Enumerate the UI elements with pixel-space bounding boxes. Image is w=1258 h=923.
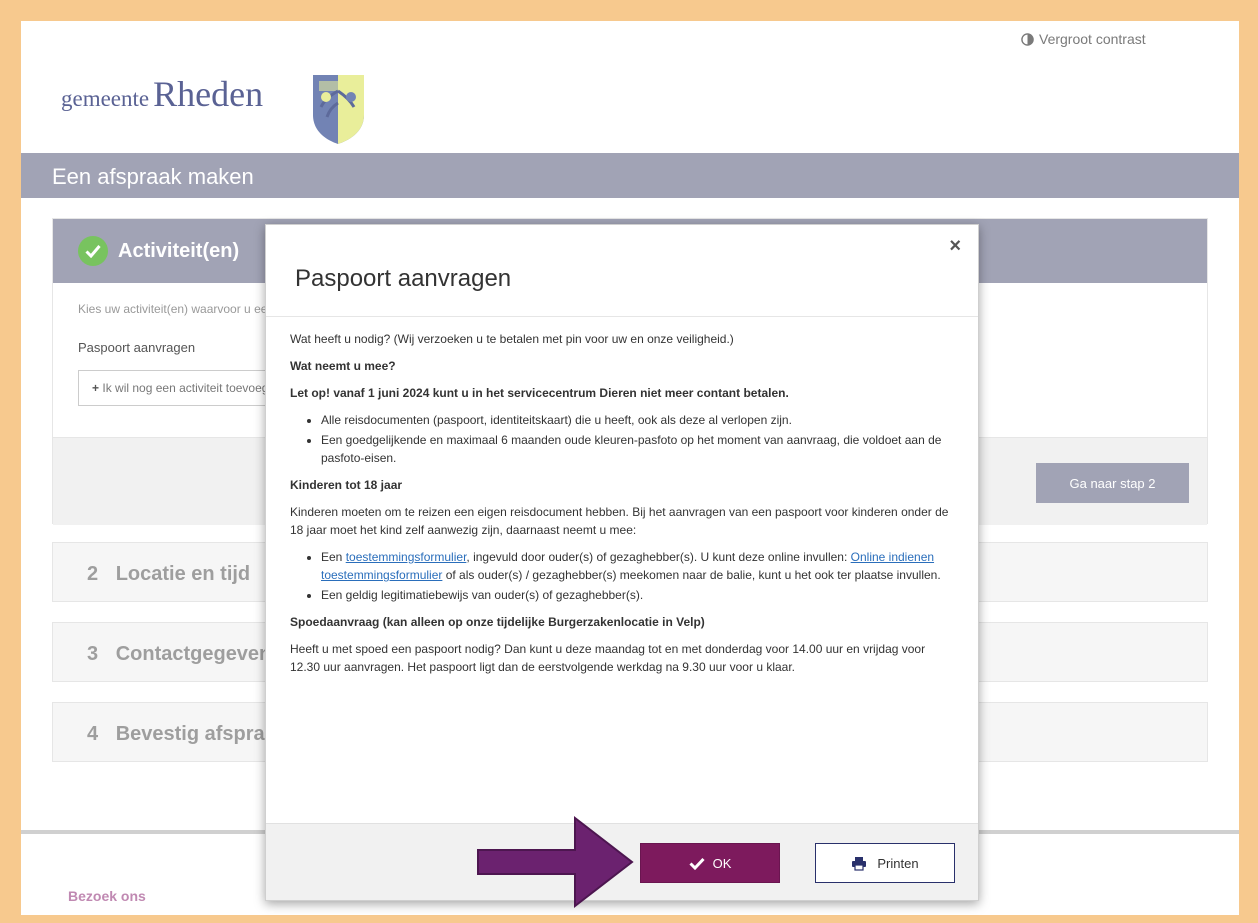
cash-notice: Let op! vanaf 1 juni 2024 kunt u in het … xyxy=(290,386,789,400)
step-title: Locatie en tijd xyxy=(115,563,251,585)
children-heading: Kinderen tot 18 jaar xyxy=(290,478,403,492)
print-label: Printen xyxy=(877,855,919,871)
modal-intro: Wat heeft u nodig? (Wij verzoeken u te b… xyxy=(290,332,734,346)
bring-list: Alle reisdocumenten (paspoort, identitei… xyxy=(321,411,954,467)
arrow-pointer-icon xyxy=(477,815,634,909)
step-title: Contactgegevens xyxy=(115,643,283,665)
list-item: Een goedgelijkende en maximaal 6 maanden… xyxy=(321,431,954,467)
printer-icon xyxy=(852,856,867,871)
step-number: 2 xyxy=(87,563,99,585)
print-button[interactable]: Printen xyxy=(815,843,955,883)
ok-label: OK xyxy=(712,855,732,871)
municipality-logo[interactable]: gemeente Rheden xyxy=(61,73,263,115)
add-activity-button[interactable]: + Ik wil nog een activiteit toevoegen xyxy=(78,370,273,406)
urgent-text: Heeft u met spoed een paspoort nodig? Da… xyxy=(290,642,926,674)
step-title: Bevestig afspraak xyxy=(115,723,287,745)
list-item: Een toestemmingsformulier, ingevuld door… xyxy=(321,548,954,584)
step-number: 3 xyxy=(87,643,99,665)
check-icon xyxy=(689,857,705,870)
consent-form-link[interactable]: toestemmingsformulier xyxy=(346,550,467,564)
step-number: 4 xyxy=(87,723,99,745)
step1-title: Activiteit(en) xyxy=(118,239,240,262)
logo-name: Rheden xyxy=(153,74,264,114)
modal-body: Wat heeft u nodig? (Wij verzoeken u te b… xyxy=(266,317,978,676)
plus-icon: + xyxy=(92,381,100,395)
check-icon xyxy=(78,236,108,266)
list-item: Alle reisdocumenten (paspoort, identitei… xyxy=(321,411,954,429)
list-item: Een geldig legitimatiebewijs van ouder(s… xyxy=(321,586,954,604)
next-step-button[interactable]: Ga naar stap 2 xyxy=(1036,463,1189,503)
bring-heading: Wat neemt u mee? xyxy=(290,359,396,373)
modal-title: Paspoort aanvragen xyxy=(295,265,512,292)
ok-button[interactable]: OK xyxy=(640,843,780,883)
crest-icon xyxy=(313,75,364,144)
footer-visit-link[interactable]: Bezoek ons xyxy=(68,888,146,904)
contrast-toggle[interactable]: Vergroot contrast xyxy=(1021,31,1146,47)
contrast-icon xyxy=(1021,32,1034,46)
page-title: Een afspraak maken xyxy=(21,153,1239,198)
close-icon[interactable]: × xyxy=(949,235,961,258)
contrast-label: Vergroot contrast xyxy=(1039,31,1146,47)
children-text: Kinderen moeten om te reizen een eigen r… xyxy=(290,505,949,537)
logo-prefix: gemeente xyxy=(61,86,150,111)
add-activity-label: Ik wil nog een activiteit toevoegen xyxy=(102,381,273,395)
children-list: Een toestemmingsformulier, ingevuld door… xyxy=(321,548,954,604)
passport-modal: Paspoort aanvragen × Wat heeft u nodig? … xyxy=(265,224,979,901)
urgent-heading: Spoedaanvraag (kan alleen op onze tijdel… xyxy=(290,615,705,629)
